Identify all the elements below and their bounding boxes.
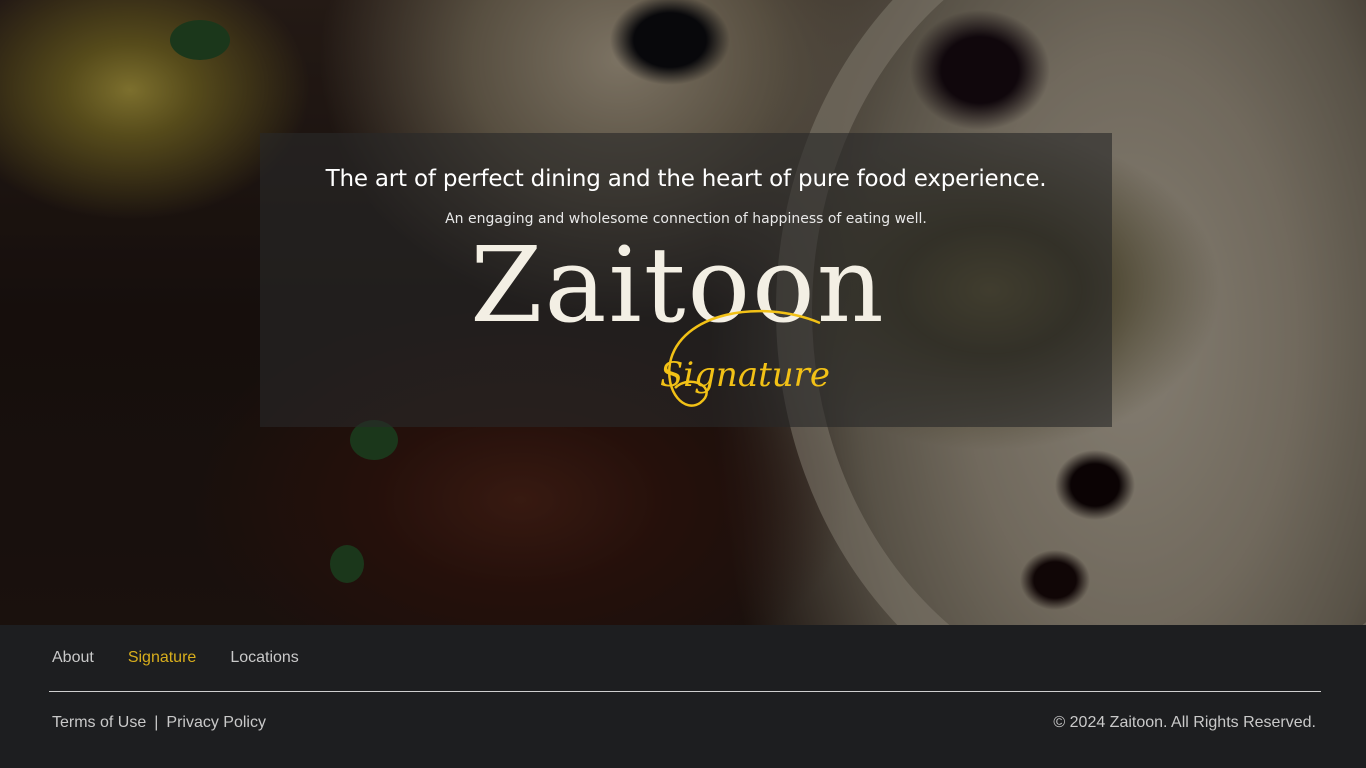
footer-nav: About Signature Locations — [52, 649, 333, 667]
nav-link-signature[interactable]: Signature — [128, 649, 197, 667]
nav-link-locations[interactable]: Locations — [230, 649, 299, 667]
hero-overlay-box: The art of perfect dining and the heart … — [260, 133, 1112, 427]
hero-section: The art of perfect dining and the heart … — [0, 0, 1366, 625]
privacy-policy-link[interactable]: Privacy Policy — [166, 714, 266, 731]
legal-links: Terms of Use | Privacy Policy — [52, 714, 266, 732]
legal-separator: | — [154, 714, 159, 731]
nav-link-about[interactable]: About — [52, 649, 94, 667]
brand-logo-subtitle: Signature — [660, 355, 831, 395]
copyright-text: © 2024 Zaitoon. All Rights Reserved. — [1053, 714, 1316, 731]
hero-headline: The art of perfect dining and the heart … — [325, 166, 1047, 192]
footer-divider — [49, 691, 1321, 692]
site-footer: About Signature Locations Terms of Use | P… — [0, 625, 1366, 768]
terms-of-use-link[interactable]: Terms of Use — [52, 714, 146, 731]
